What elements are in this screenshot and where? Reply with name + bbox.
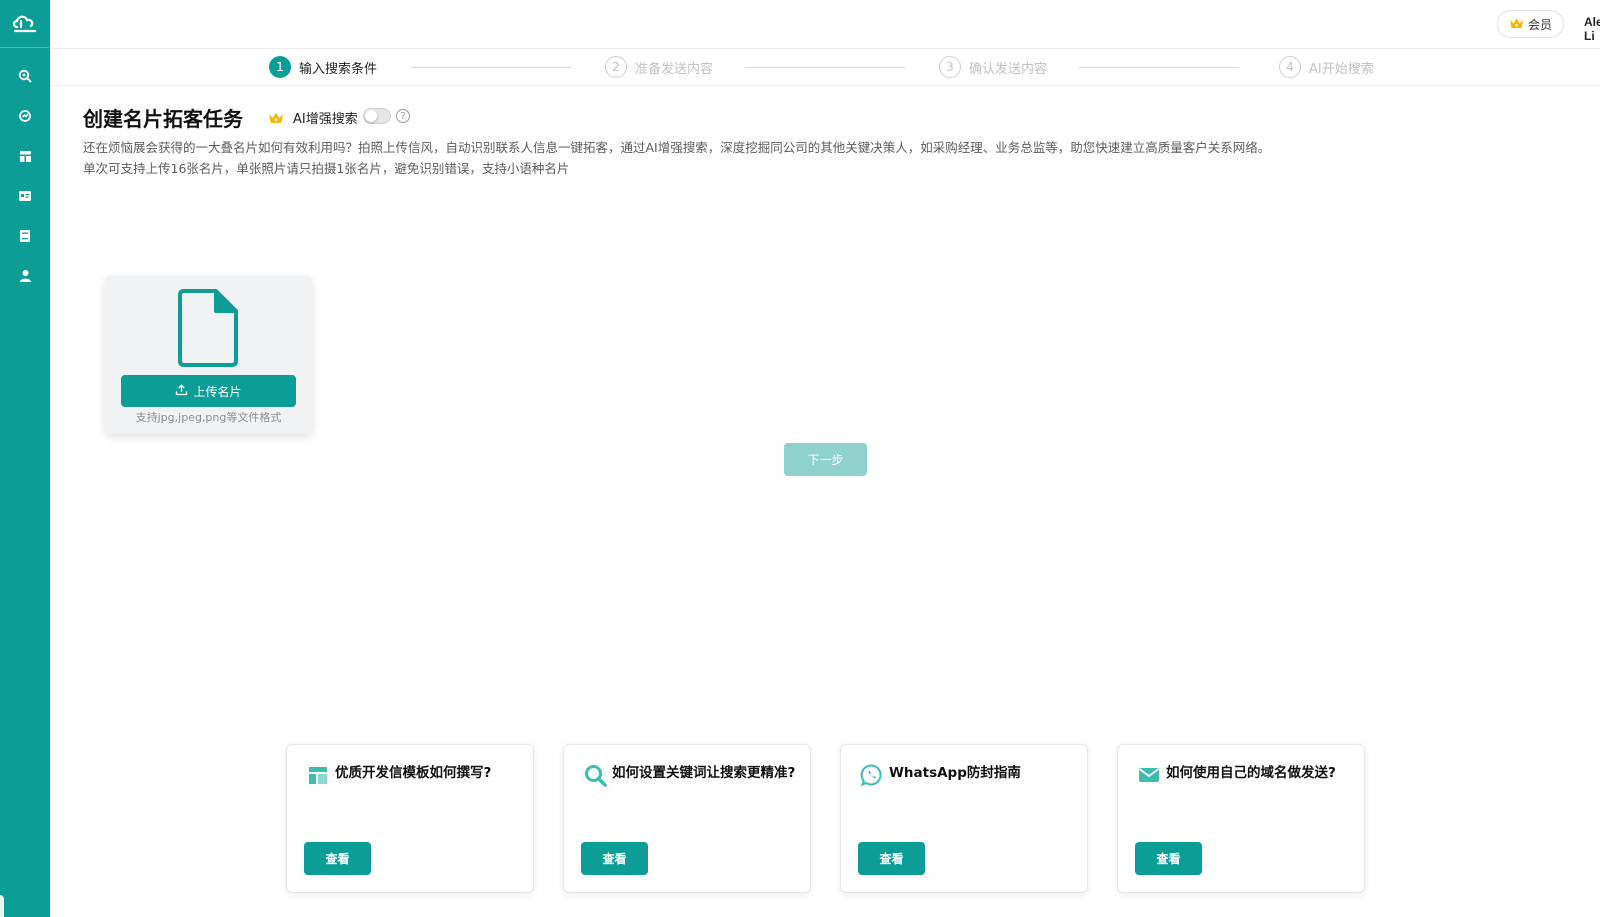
mail-icon <box>1137 763 1161 787</box>
user-name[interactable]: Alex Li <box>1584 15 1600 43</box>
help-card: 优质开发信模板如何撰写? 查看 <box>286 744 534 893</box>
file-icon <box>176 287 240 373</box>
step-2: 2 准备发送内容 <box>605 56 713 78</box>
next-step-button[interactable]: 下一步 <box>784 443 867 476</box>
user-icon[interactable] <box>15 266 35 286</box>
book-icon[interactable] <box>15 226 35 246</box>
top-header: 会员 Alex Li <box>50 0 1600 48</box>
ai-search-label: AI增强搜索 <box>293 112 358 127</box>
crown-icon <box>1509 17 1524 32</box>
member-button[interactable]: 会员 <box>1497 10 1564 38</box>
toggle-knob <box>365 110 377 122</box>
sidebar-collapse-handle[interactable] <box>0 895 4 917</box>
chart-icon[interactable] <box>15 106 35 126</box>
search-icon <box>583 763 607 787</box>
page-title: 创建名片拓客任务 <box>83 107 243 131</box>
help-card-title: 如何设置关键词让搜索更精准? <box>612 765 796 781</box>
template-icon <box>306 763 330 787</box>
description-line: 单次可支持上传16张名片，单张照片请只拍摄1张名片，避免识别错误，支持小语种名片 <box>83 161 570 176</box>
step-divider <box>411 67 571 68</box>
upload-card: 上传名片 支持jpg,jpeg,png等文件格式 <box>105 276 312 434</box>
description-line: 还在烦恼展会获得的一大叠名片如何有效利用吗？拍照上传信风，自动识别联系人信息一键… <box>83 140 1271 155</box>
card-icon[interactable] <box>15 186 35 206</box>
upload-icon <box>175 383 188 399</box>
help-card: WhatsApp防封指南 查看 <box>840 744 1088 893</box>
view-button[interactable]: 查看 <box>1135 842 1202 875</box>
step-divider <box>745 67 905 68</box>
step-number: 4 <box>1279 56 1301 78</box>
whatsapp-icon <box>860 763 884 787</box>
help-card-title: WhatsApp防封指南 <box>889 765 1021 781</box>
member-label: 会员 <box>1527 17 1552 32</box>
step-number: 3 <box>939 56 961 78</box>
step-number: 2 <box>605 56 627 78</box>
page-description: 还在烦恼展会获得的一大叠名片如何有效利用吗？拍照上传信风，自动识别联系人信息一键… <box>83 137 1443 179</box>
step-label: AI开始搜索 <box>1309 61 1374 77</box>
cloud-logo-icon[interactable] <box>0 0 50 48</box>
step-divider <box>1079 67 1239 68</box>
layout-icon[interactable] <box>15 146 35 166</box>
step-label: 准备发送内容 <box>635 61 714 77</box>
help-card: 如何设置关键词让搜索更精准? 查看 <box>563 744 811 893</box>
view-button[interactable]: 查看 <box>581 842 648 875</box>
step-label: 输入搜索条件 <box>299 61 378 77</box>
upload-format-hint: 支持jpg,jpeg,png等文件格式 <box>135 411 282 424</box>
help-card-title: 如何使用自己的域名做发送? <box>1166 765 1336 781</box>
step-number: 1 <box>269 56 291 78</box>
step-3: 3 确认发送内容 <box>939 56 1047 78</box>
upload-card-button[interactable]: 上传名片 <box>121 375 296 407</box>
help-card: 如何使用自己的域名做发送? 查看 <box>1117 744 1365 893</box>
ai-search-toggle[interactable] <box>363 108 391 124</box>
question-icon[interactable]: ? <box>396 109 410 123</box>
upload-button-label: 上传名片 <box>193 384 242 399</box>
crown-icon <box>268 109 284 128</box>
view-button[interactable]: 查看 <box>304 842 371 875</box>
sidebar <box>0 0 50 917</box>
step-4: 4 AI开始搜索 <box>1279 56 1374 78</box>
steps-bar: 1 输入搜索条件 2 准备发送内容 3 确认发送内容 4 AI开始搜索 <box>50 48 1600 86</box>
step-1: 1 输入搜索条件 <box>269 56 377 78</box>
help-card-title: 优质开发信模板如何撰写? <box>335 765 492 781</box>
view-button[interactable]: 查看 <box>858 842 925 875</box>
search-icon[interactable] <box>15 66 35 86</box>
step-label: 确认发送内容 <box>969 61 1048 77</box>
